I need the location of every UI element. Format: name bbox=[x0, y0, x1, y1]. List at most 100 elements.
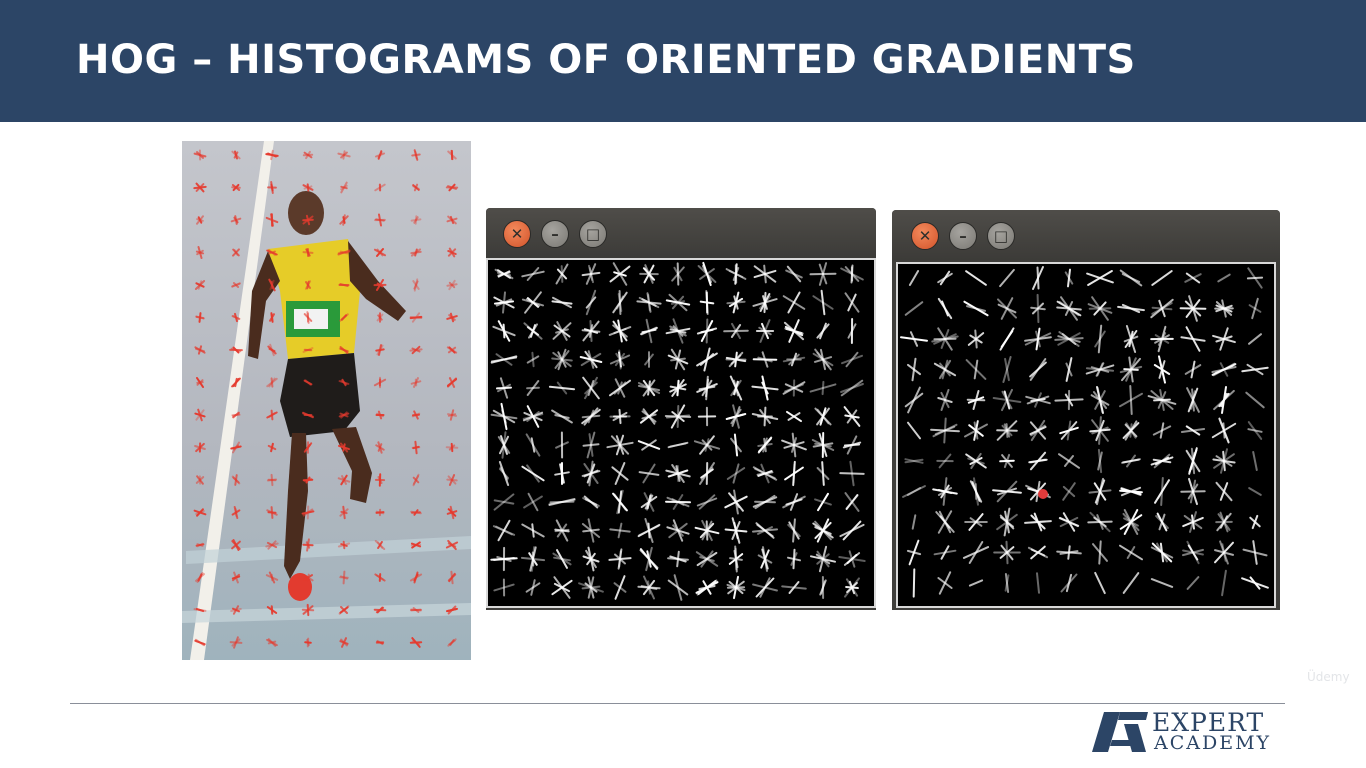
hog-cell-glyph bbox=[785, 265, 803, 283]
hog-orientation-line bbox=[411, 153, 421, 157]
hog-orientation-line bbox=[581, 585, 601, 590]
hog-cell-glyph bbox=[787, 518, 801, 543]
hog-orientation-line bbox=[270, 409, 274, 421]
header-bar: HOG – HISTOGRAMS OF ORIENTED GRADIENTS bbox=[0, 0, 1366, 122]
hog-cell-glyph bbox=[552, 321, 572, 341]
hog-cell-glyph bbox=[752, 351, 778, 368]
hog-cell-glyph bbox=[1184, 272, 1202, 284]
hog-cell-glyph bbox=[581, 518, 601, 543]
close-icon[interactable]: ✕ bbox=[911, 222, 939, 250]
hog-cell-glyph bbox=[969, 477, 983, 506]
footer-divider bbox=[70, 703, 1285, 704]
hog-orientation-line bbox=[1221, 569, 1227, 597]
hog-orientation-line bbox=[582, 443, 600, 447]
hog-cell-glyph bbox=[1004, 573, 1010, 593]
hog-cell-glyph bbox=[1122, 572, 1140, 594]
hog-cell-glyph bbox=[847, 318, 857, 344]
close-icon[interactable]: ✕ bbox=[503, 220, 531, 248]
maximize-icon[interactable]: □ bbox=[579, 220, 607, 248]
hog-cell-glyph bbox=[752, 494, 778, 510]
hog-orientation-line bbox=[1098, 540, 1102, 565]
hog-orientation-line bbox=[1030, 419, 1046, 442]
hog-orientation-line bbox=[409, 348, 423, 352]
hog-cell-glyph bbox=[693, 435, 721, 455]
hog-cell-glyph bbox=[1089, 416, 1111, 445]
hog-cell-glyph bbox=[932, 477, 958, 506]
hog-orientation-line bbox=[733, 433, 739, 457]
minimize-icon[interactable]: – bbox=[949, 222, 977, 250]
hog-cell-glyph bbox=[1182, 511, 1204, 533]
hog-cell-glyph bbox=[695, 550, 719, 568]
hog-cell-glyph bbox=[581, 407, 601, 426]
hog-cell-glyph bbox=[964, 513, 988, 531]
hog-cell-glyph bbox=[752, 522, 778, 539]
hog-cell-glyph bbox=[637, 518, 661, 543]
hog-cell-glyph bbox=[1085, 362, 1115, 377]
hog-cell-glyph bbox=[1151, 270, 1173, 286]
hog-cell-glyph bbox=[1032, 266, 1044, 290]
hog-cell-glyph bbox=[843, 406, 861, 427]
maximize-icon[interactable]: □ bbox=[987, 222, 1015, 250]
hog-cell-glyph bbox=[782, 379, 806, 397]
hog-cell-glyph bbox=[1058, 512, 1080, 532]
hog-cell-glyph bbox=[968, 579, 984, 587]
hog-orientation-line bbox=[1155, 515, 1169, 529]
hog-cell-glyph bbox=[1241, 576, 1269, 590]
hog-orientation-line bbox=[1241, 577, 1269, 589]
hog-cell-glyph bbox=[1213, 386, 1235, 414]
hog-cell-glyph bbox=[1119, 385, 1143, 415]
hog-cell-glyph bbox=[582, 546, 600, 572]
hog-cell-glyph bbox=[1241, 363, 1269, 376]
window-titlebar[interactable]: ✕ – □ bbox=[486, 208, 876, 258]
hog-orientation-line bbox=[665, 500, 691, 504]
hog-cell-glyph bbox=[1119, 544, 1143, 561]
hog-cell-glyph bbox=[1029, 358, 1047, 381]
hog-cell-glyph bbox=[640, 318, 658, 344]
hog-cell-glyph bbox=[1150, 578, 1174, 588]
hog-orientation-line bbox=[1024, 520, 1052, 524]
hog-cell-glyph bbox=[726, 291, 746, 314]
hog-orientation-line bbox=[639, 549, 659, 569]
hog-cell-glyph bbox=[1150, 325, 1174, 353]
hog-cell-glyph bbox=[1150, 453, 1174, 469]
hog-cell-glyph bbox=[1150, 298, 1174, 319]
hog-cell-glyph bbox=[811, 432, 835, 458]
hog-cell-glyph bbox=[1248, 487, 1262, 496]
hog-cell-glyph bbox=[729, 375, 743, 401]
hog-cell-glyph bbox=[1030, 293, 1046, 324]
hog-orientation-line bbox=[410, 218, 422, 222]
hog-cell-glyph bbox=[937, 571, 953, 595]
window-titlebar[interactable]: ✕ – □ bbox=[892, 210, 1280, 260]
hog-cell-glyph bbox=[555, 263, 569, 285]
hog-cell-glyph bbox=[936, 453, 954, 469]
hog-cell-glyph bbox=[911, 514, 917, 530]
slide-title: HOG – HISTOGRAMS OF ORIENTED GRADIENTS bbox=[76, 37, 1136, 83]
hog-cell-glyph bbox=[1054, 331, 1084, 347]
hog-cell-glyph bbox=[551, 348, 573, 371]
hog-cell-glyph bbox=[1123, 325, 1139, 353]
hog-cell-glyph bbox=[609, 522, 631, 539]
hog-cell-glyph bbox=[930, 417, 960, 444]
hog-cell-glyph bbox=[839, 460, 865, 487]
hog-cell-glyph bbox=[904, 458, 924, 464]
hog-cell-glyph bbox=[752, 291, 778, 314]
runner-hog-image bbox=[182, 141, 471, 660]
hog-cell-glyph bbox=[757, 436, 773, 454]
hog-cell-glyph bbox=[782, 352, 806, 367]
hog-cell-glyph bbox=[669, 379, 687, 397]
hog-orientation-line bbox=[530, 437, 536, 453]
hog-cell-glyph bbox=[1094, 324, 1106, 354]
hog-cell-glyph bbox=[498, 461, 510, 486]
hog-cell-glyph bbox=[1252, 451, 1258, 471]
hog-cell-glyph bbox=[699, 290, 715, 315]
hog-orientation-line bbox=[1028, 458, 1048, 464]
hog-cell-glyph bbox=[497, 431, 511, 459]
hog-cell-glyph bbox=[816, 461, 830, 486]
hog-orientation-line bbox=[992, 489, 1022, 494]
hog-orientation-line bbox=[1122, 512, 1140, 532]
hog-cell-glyph bbox=[612, 290, 628, 315]
hog-cell-glyph bbox=[608, 548, 632, 570]
minimize-icon[interactable]: – bbox=[541, 220, 569, 248]
hog-cell-glyph bbox=[751, 375, 779, 401]
hog-orientation-line bbox=[495, 525, 513, 536]
